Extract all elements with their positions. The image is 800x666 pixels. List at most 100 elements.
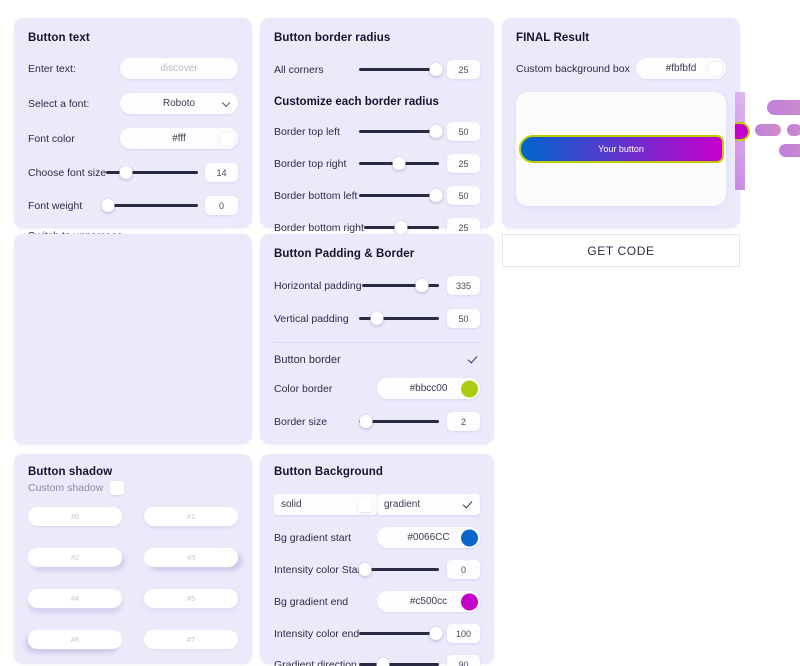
overlay-strip: [735, 92, 745, 190]
gradient-option[interactable]: gradient: [377, 494, 480, 515]
intensity-start-value[interactable]: 0: [447, 560, 480, 579]
intensity-end-value[interactable]: 100: [447, 624, 480, 643]
shadow-preset-6[interactable]: #6: [28, 630, 122, 649]
panel-empty-placeholder: [14, 234, 252, 444]
color-swatch-icon[interactable]: [461, 529, 478, 546]
gradient-direction-value[interactable]: 90: [447, 655, 480, 666]
row-all-corners: All corners 25: [274, 60, 480, 79]
vertical-padding-value[interactable]: 50: [447, 309, 480, 328]
label-font-weight: Font weight: [28, 199, 83, 212]
font-size-value[interactable]: 14: [205, 163, 238, 182]
slider-knob[interactable]: [376, 658, 390, 666]
row-border-top-left: Border top left 50: [274, 122, 480, 141]
shadow-preset-1[interactable]: #1: [144, 507, 238, 526]
color-swatch-icon[interactable]: [707, 60, 724, 77]
custom-background-value: #fbfbfd: [665, 63, 697, 74]
color-swatch-icon[interactable]: [461, 380, 478, 397]
custom-background-input[interactable]: #fbfbfd: [636, 58, 726, 79]
slider-track: [359, 632, 439, 635]
all-corners-slider[interactable]: [359, 62, 443, 78]
row-vertical-padding: Vertical padding 50: [274, 309, 480, 328]
label-font-size: Choose font size: [28, 166, 107, 179]
font-color-input[interactable]: #fff: [120, 128, 238, 149]
row-font-weight: Font weight 0: [28, 196, 238, 215]
panel-button-text: Button text Enter text: discover Select …: [14, 18, 252, 243]
font-weight-value[interactable]: 0: [205, 196, 238, 215]
slider-knob[interactable]: [392, 157, 406, 170]
border-size-value[interactable]: 2: [447, 412, 480, 431]
row-enter-text: Enter text: discover: [28, 58, 238, 79]
slider-knob[interactable]: [358, 563, 372, 576]
panel-title-final-result: FINAL Result: [516, 32, 590, 44]
border-bottom-left-value[interactable]: 50: [447, 186, 480, 205]
slider-knob[interactable]: [119, 166, 133, 179]
border-top-right-slider[interactable]: [359, 156, 439, 172]
panel-button-shadow: Button shadow Custom shadow #0 #1 #2 #3 …: [14, 454, 252, 664]
shadow-preset-0[interactable]: #0: [28, 507, 122, 526]
intensity-start-slider[interactable]: [358, 562, 439, 578]
slider-track: [359, 194, 439, 197]
font-weight-slider[interactable]: [101, 198, 198, 214]
border-top-left-value[interactable]: 50: [447, 122, 480, 141]
enter-text-input[interactable]: discover: [120, 58, 238, 79]
bg-gradient-end-input[interactable]: #c500cc: [377, 591, 480, 612]
label-border-bottom-right: Border bottom right: [274, 221, 364, 234]
slider-knob[interactable]: [429, 63, 443, 76]
shadow-preset-grid: #0 #1 #2 #3 #4 #5 #6 #7: [28, 507, 238, 649]
get-code-button[interactable]: GET CODE: [502, 234, 740, 267]
label-custom-background-box: Custom background box: [516, 62, 630, 75]
label-select-font: Select a font:: [28, 97, 90, 110]
color-swatch-icon[interactable]: [461, 593, 478, 610]
horizontal-padding-value[interactable]: 335: [447, 276, 480, 295]
solid-checkbox[interactable]: [358, 497, 372, 512]
slider-knob[interactable]: [359, 415, 373, 428]
row-bg-gradient-start: Bg gradient start #0066CC: [274, 527, 480, 548]
app-root: Button text Enter text: discover Select …: [0, 0, 800, 666]
shadow-preset-2[interactable]: #2: [28, 548, 122, 567]
slider-track: [363, 568, 439, 571]
font-select-value: Roboto: [162, 98, 196, 109]
row-select-font: Select a font: Roboto: [28, 93, 238, 114]
font-select[interactable]: Roboto: [120, 93, 238, 114]
bg-gradient-start-value: #0066CC: [407, 532, 450, 543]
row-intensity-start: Intensity color Start 0: [274, 560, 480, 579]
label-all-corners: All corners: [274, 63, 324, 76]
button-border-checkbox[interactable]: [466, 353, 480, 367]
shadow-preset-3[interactable]: #3: [144, 548, 238, 567]
gradient-direction-slider[interactable]: [359, 657, 439, 666]
slider-knob[interactable]: [370, 312, 384, 325]
row-border-bottom-left: Border bottom left 50: [274, 186, 480, 205]
border-top-right-value[interactable]: 25: [447, 154, 480, 173]
color-swatch-icon[interactable]: [219, 130, 236, 147]
color-border-input[interactable]: #bbcc00: [377, 378, 480, 399]
vertical-padding-slider[interactable]: [359, 311, 439, 327]
slider-knob[interactable]: [415, 279, 429, 292]
horizontal-padding-slider[interactable]: [361, 278, 439, 294]
overlay-bar: [767, 100, 800, 115]
slider-knob[interactable]: [429, 125, 443, 138]
slider-knob[interactable]: [429, 189, 443, 202]
shadow-preset-7[interactable]: #7: [144, 630, 238, 649]
panel-padding-border: Button Padding & Border Horizontal paddi…: [260, 234, 494, 444]
border-bottom-left-slider[interactable]: [359, 188, 443, 204]
preview-button[interactable]: Your button: [518, 135, 724, 163]
all-corners-value[interactable]: 25: [447, 60, 480, 79]
label-border-size: Border size: [274, 415, 328, 428]
intensity-end-slider[interactable]: [359, 626, 443, 642]
border-top-left-slider[interactable]: [359, 124, 443, 140]
overlay-card: [747, 92, 800, 190]
slider-knob[interactable]: [429, 627, 443, 640]
custom-shadow-checkbox[interactable]: [110, 481, 125, 495]
row-fill-mode: solid gradient: [274, 494, 480, 515]
slider-knob[interactable]: [101, 199, 115, 212]
shadow-preset-5[interactable]: #5: [144, 589, 238, 608]
shadow-preset-4[interactable]: #4: [28, 589, 122, 608]
border-size-slider[interactable]: [359, 414, 439, 430]
row-border-size: Border size 2: [274, 412, 480, 431]
slider-knob[interactable]: [394, 221, 408, 234]
font-size-slider[interactable]: [106, 165, 198, 181]
bg-gradient-start-input[interactable]: #0066CC: [377, 527, 480, 548]
gradient-checkbox[interactable]: [461, 498, 475, 512]
row-font-color: Font color #fff: [28, 128, 238, 149]
solid-option[interactable]: solid: [274, 494, 377, 515]
